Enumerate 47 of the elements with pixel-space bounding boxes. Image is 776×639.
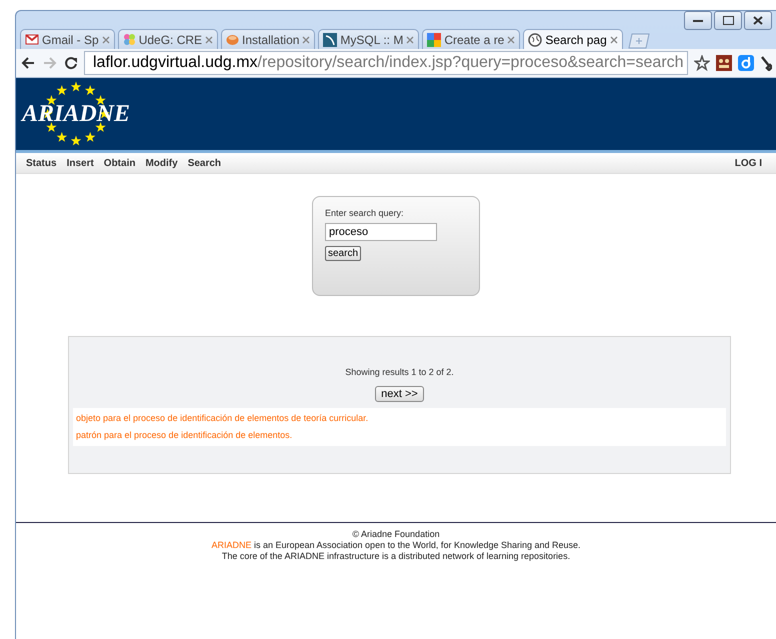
maximize-icon [722,16,734,25]
flower-icon [122,33,136,46]
close-icon[interactable] [406,36,414,44]
nav-link[interactable]: Search [188,158,222,168]
squares-icon [427,32,442,46]
nav-link[interactable]: Modify [145,158,178,168]
close-icon[interactable] [302,36,310,44]
browser-tab[interactable]: Installation [221,29,316,49]
copyright-text: © Ariadne Foundation [352,529,440,539]
results-summary: Showing results 1 to 2 of 2. [345,367,454,377]
reload-icon[interactable] [64,56,78,70]
nav-link[interactable]: Insert [66,158,94,168]
search-label: Enter search query: [325,208,404,218]
browser-tab[interactable]: Create a re [422,29,520,49]
extension-icon[interactable] [716,55,732,71]
nav-link[interactable]: Status [26,158,57,168]
forward-icon[interactable] [42,56,58,70]
url-text: laflor.udgvirtual.udg.mx/repository/search/index.jsp?query=proceso&search=search [93,54,684,72]
close-icon[interactable] [507,36,516,44]
close-icon[interactable] [102,36,110,44]
close-icon [753,16,763,25]
browser-tab[interactable]: Search pag [523,29,623,49]
close-button[interactable] [744,11,772,30]
site-logo: ARIADNE [22,100,130,128]
browser-tab[interactable]: Gmail - Sp [20,29,115,49]
footer-text: The core of the ARIADNE infrastructure is a distributed network of learning repositories. [222,551,570,561]
back-icon[interactable] [20,56,36,70]
next-button[interactable]: next >> [375,386,424,402]
search-button[interactable]: search [325,246,362,261]
search-field[interactable]: proceso [325,223,437,241]
maximize-button[interactable] [714,11,742,30]
nav-link[interactable]: Obtain [104,158,136,168]
mail-icon [25,34,39,45]
close-icon[interactable] [610,36,618,44]
wrench-icon[interactable] [760,55,772,71]
star-icon[interactable] [694,55,710,71]
login-link[interactable]: LOG I [734,158,762,168]
address-bar[interactable]: laflor.udgvirtual.udg.mx/repository/search/index.jsp?query=proceso&search=search [84,51,688,75]
close-icon[interactable] [205,36,214,44]
minimize-button[interactable] [684,11,712,30]
minimize-icon [693,18,703,22]
footer-text: ARIADNE is an European Association open to the World, for Knowledge Sharing and Reuse. [211,540,581,550]
extension-icon[interactable] [738,55,754,71]
browser-tab[interactable]: MySQL :: M [318,29,420,49]
browser-tab[interactable]: UdeG: CRE [118,29,218,49]
globe-icon [528,32,542,46]
new-tab-icon[interactable] [626,33,652,49]
